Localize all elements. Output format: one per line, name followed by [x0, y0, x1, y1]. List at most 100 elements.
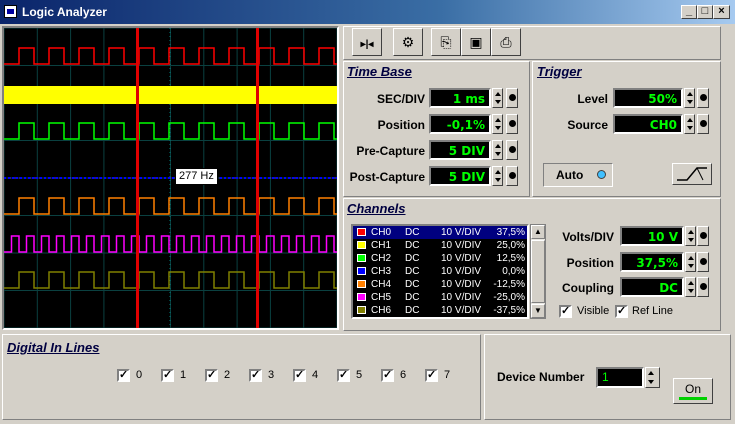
channel-color-swatch — [357, 241, 366, 249]
ch-position-dial[interactable] — [697, 252, 709, 272]
save-icon: ▣ — [469, 34, 483, 50]
rising-edge-icon — [677, 167, 707, 181]
channel-row[interactable]: CH6 DC 10 V/DIV -37,5% — [353, 304, 527, 317]
tb-position-dial[interactable] — [506, 114, 518, 134]
volts-div-dial[interactable] — [697, 226, 709, 246]
save-button[interactable]: ▣ — [461, 28, 491, 56]
scope-display[interactable] — [2, 26, 339, 330]
print-button[interactable]: ⎙ — [491, 28, 521, 56]
digital-line-checkbox-2[interactable]: ✓ — [205, 369, 218, 382]
digital-line-label: 4 — [312, 369, 319, 381]
channel-row[interactable]: CH3 DC 10 V/DIV 0,0% — [353, 265, 527, 278]
channel-coupling: DC — [405, 317, 419, 319]
tb-position-spinner[interactable] — [492, 114, 503, 134]
sec-div-dial[interactable] — [506, 88, 518, 108]
channel-name: CH7 — [371, 317, 391, 319]
print-icon: ⎙ — [500, 34, 512, 50]
properties-button[interactable]: ⚙ — [393, 28, 423, 56]
scroll-thumb[interactable] — [531, 240, 545, 303]
minimize-button[interactable]: _ — [681, 5, 697, 19]
sec-div-display: 1 ms — [429, 88, 491, 108]
coupling-dial[interactable] — [697, 277, 709, 297]
digital-line-checkbox-0[interactable]: ✓ — [117, 369, 130, 382]
channel-name: CH3 — [371, 266, 392, 277]
digital-line-label: 7 — [444, 369, 451, 381]
digital-line-checkbox-6[interactable]: ✓ — [381, 369, 394, 382]
channel-offset: 25,0% — [496, 240, 525, 251]
channel-row[interactable]: CH7 DC 10 V/DIV -50,0% — [353, 317, 527, 319]
channel-coupling: DC — [405, 305, 420, 316]
channel-color-swatch — [357, 306, 366, 314]
scroll-down-icon[interactable]: ▼ — [531, 304, 545, 318]
channel-coupling: DC — [405, 279, 420, 290]
channels-title: Channels — [347, 201, 406, 216]
copy-icon: ⎘ — [440, 34, 452, 50]
channel-list-scrollbar[interactable]: ▲ ▼ — [530, 224, 546, 319]
channel-vdiv: 10 V/DIV — [441, 279, 482, 290]
source-label: Source — [567, 118, 608, 132]
channel-row[interactable]: CH5 DC 10 V/DIV -25,0% — [353, 291, 527, 304]
level-display: 50% — [613, 88, 683, 108]
coupling-spinner[interactable] — [685, 277, 696, 297]
visible-checkbox[interactable]: ✓ — [559, 305, 572, 318]
channel-color-swatch — [357, 280, 366, 288]
trigger-edge-button[interactable] — [672, 163, 712, 185]
channel-color-swatch — [357, 293, 366, 301]
digital-line-label: 1 — [180, 369, 187, 381]
scroll-up-icon[interactable]: ▲ — [531, 225, 545, 239]
level-label: Level — [577, 92, 608, 106]
channel-color-swatch — [357, 254, 366, 262]
pre-capture-spinner[interactable] — [492, 140, 503, 160]
digital-line-checkbox-5[interactable]: ✓ — [337, 369, 350, 382]
channel-vdiv: 10 V/DIV — [441, 305, 482, 316]
sec-div-spinner[interactable] — [492, 88, 503, 108]
digital-title: Digital In Lines — [7, 340, 100, 355]
digital-line-checkbox-7[interactable]: ✓ — [425, 369, 438, 382]
volts-div-label: Volts/DIV — [562, 230, 614, 244]
on-button[interactable]: On — [673, 378, 713, 404]
channel-color-swatch — [357, 228, 366, 236]
split-icon: ▸|◂ — [360, 39, 374, 50]
source-dial[interactable] — [697, 114, 709, 134]
channel-vdiv: 10 V/DIV — [441, 227, 482, 238]
device-number-input[interactable]: 1 — [596, 367, 644, 388]
channel-offset: 37,5% — [496, 227, 525, 238]
title-bar — [0, 0, 735, 24]
channel-offset: 0,0% — [502, 266, 525, 277]
device-number-spinner[interactable] — [645, 367, 660, 388]
post-capture-dial[interactable] — [506, 166, 518, 186]
channel-row[interactable]: CH0 DC 10 V/DIV 37,5% — [353, 226, 527, 239]
window-title: Logic Analyzer — [22, 5, 107, 19]
channel-coupling: DC — [405, 253, 420, 264]
maximize-button[interactable]: □ — [697, 5, 713, 19]
channel-trace — [4, 86, 337, 104]
frequency-tooltip: 277 Hz — [175, 168, 218, 185]
ch-position-spinner[interactable] — [685, 252, 696, 272]
digital-line-checkbox-1[interactable]: ✓ — [161, 369, 174, 382]
digital-line-label: 3 — [268, 369, 275, 381]
level-dial[interactable] — [697, 88, 709, 108]
channel-coupling: DC — [405, 240, 420, 251]
channel-row[interactable]: CH4 DC 10 V/DIV -12,5% — [353, 278, 527, 291]
pre-capture-dial[interactable] — [506, 140, 518, 160]
close-button[interactable]: × — [713, 5, 730, 19]
refline-checkbox[interactable]: ✓ — [615, 305, 628, 318]
visible-label: Visible — [577, 305, 610, 317]
digital-line-checkbox-4[interactable]: ✓ — [293, 369, 306, 382]
coupling-label: Coupling — [562, 281, 614, 295]
volts-div-spinner[interactable] — [685, 226, 696, 246]
source-spinner[interactable] — [684, 114, 695, 134]
level-spinner[interactable] — [684, 88, 695, 108]
post-capture-spinner[interactable] — [492, 166, 503, 186]
digital-line-checkbox-3[interactable]: ✓ — [249, 369, 262, 382]
sec-div-label: SEC/DIV — [376, 92, 425, 106]
channel-list[interactable]: CH0 DC 10 V/DIV 37,5% CH1 DC 10 V/DIV 25,0% CH2 D… — [351, 224, 529, 319]
channel-name: CH6 — [371, 305, 392, 316]
channel-offset: -12,5% — [493, 279, 525, 290]
copy-button[interactable]: ⎘ — [431, 28, 461, 56]
channel-name: CH2 — [371, 253, 392, 264]
split-view-button[interactable]: ▸|◂ — [352, 28, 382, 56]
channel-row[interactable]: CH2 DC 10 V/DIV 12,5% — [353, 252, 527, 265]
tb-position-display: -0,1% — [429, 114, 491, 134]
channel-row[interactable]: CH1 DC 10 V/DIV 25,0% — [353, 239, 527, 252]
